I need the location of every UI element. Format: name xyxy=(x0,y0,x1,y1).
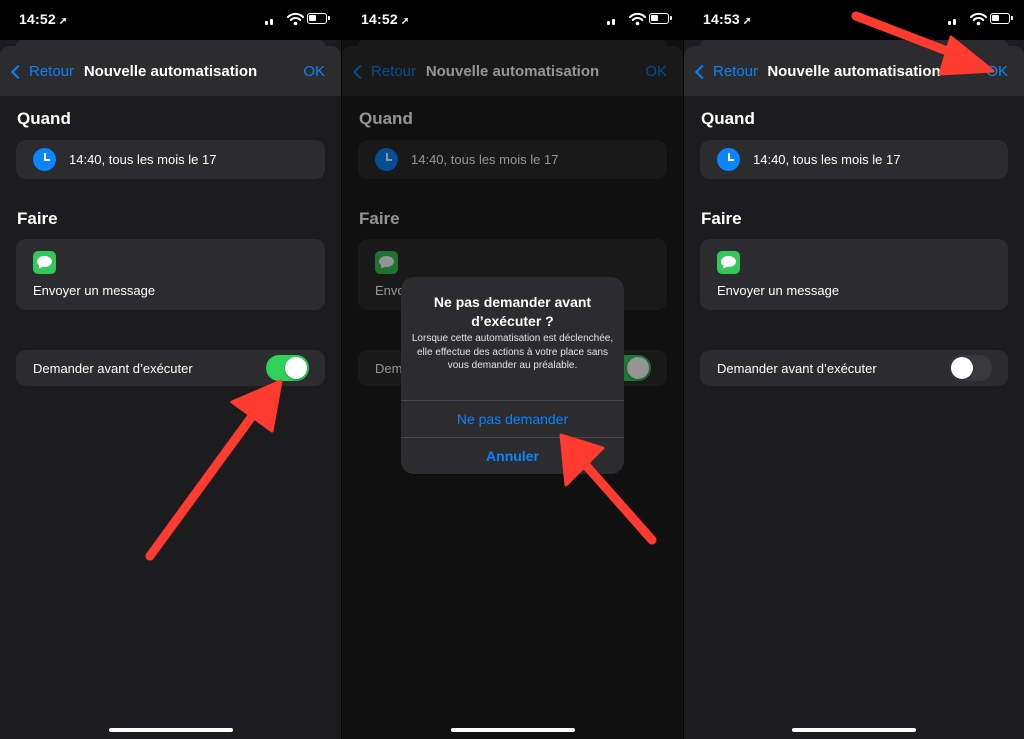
when-heading: Quand xyxy=(17,109,71,128)
ask-before-running-row: Demander avant d’exécuter xyxy=(700,350,1008,386)
ask-before-running-toggle[interactable] xyxy=(949,355,992,381)
wifi-icon xyxy=(287,12,304,26)
screen-2: 14:52 ➚ Retour Nouvelle automatisation OK… xyxy=(342,0,683,739)
location-arrow-icon: ➚ xyxy=(742,16,752,27)
trigger-text: 14:40, tous les mois le 17 xyxy=(753,152,901,167)
ask-before-running-toggle[interactable] xyxy=(266,355,309,381)
status-time: 14:52 ➚ xyxy=(361,11,410,27)
clock-icon xyxy=(717,148,740,171)
home-indicator xyxy=(450,728,575,732)
alert-title: Ne pas demander avant d’exécuter ? xyxy=(433,294,592,329)
toggle-knob xyxy=(285,357,307,379)
cancel-button[interactable]: Annuler xyxy=(401,437,624,474)
action-card[interactable]: Envoyer un message xyxy=(16,239,325,310)
trigger-row[interactable]: 14:40, tous les mois le 17 xyxy=(700,140,1008,179)
location-arrow-icon: ➚ xyxy=(58,16,68,27)
battery-icon xyxy=(307,13,330,24)
messages-icon xyxy=(717,251,740,274)
nav-bar: Retour Nouvelle automatisation OK xyxy=(0,46,341,96)
cellular-signal-icon xyxy=(607,13,624,65)
do-heading: Faire xyxy=(701,209,742,228)
automation-sheet: Retour Nouvelle automatisation OK Quand … xyxy=(684,46,1024,739)
nav-bar: Retour Nouvelle automatisation OK xyxy=(684,46,1024,96)
ok-button[interactable]: OK xyxy=(303,63,325,80)
location-arrow-icon: ➚ xyxy=(400,16,410,27)
ask-before-running-label: Demander avant d’exécuter xyxy=(33,361,193,376)
messages-icon xyxy=(33,251,56,274)
status-bar: 14:52 ➚ xyxy=(342,0,683,65)
ask-before-running-row: Demander avant d’exécuter xyxy=(16,350,325,386)
battery-icon xyxy=(990,13,1013,24)
toggle-knob xyxy=(951,357,973,379)
cellular-signal-icon xyxy=(948,13,965,65)
screen-3: 14:53 ➚ Retour Nouvelle automatisation OK… xyxy=(684,0,1024,739)
screen-1: 14:52 ➚ Retour Nouvelle automatisation OK… xyxy=(0,0,341,739)
status-bar: 14:52 ➚ xyxy=(0,0,341,65)
action-text: Envoyer un message xyxy=(717,283,840,298)
alert-message: Lorsque cette automatisation est déclenc… xyxy=(411,333,614,371)
ask-before-running-label: Demander avant d’exécuter xyxy=(717,361,877,376)
status-time: 14:53 ➚ xyxy=(703,11,752,27)
dont-ask-button[interactable]: Ne pas demander xyxy=(401,400,624,437)
nav-title: Nouvelle automatisation xyxy=(767,63,941,80)
automation-sheet: Retour Nouvelle automatisation OK Quand … xyxy=(0,46,341,739)
do-heading: Faire xyxy=(17,209,58,228)
ok-button[interactable]: OK xyxy=(986,63,1008,80)
status-time: 14:52 ➚ xyxy=(19,11,68,27)
home-indicator xyxy=(792,728,916,732)
action-card[interactable]: Envoyer un message xyxy=(700,239,1008,310)
clock-icon xyxy=(33,148,56,171)
cellular-signal-icon xyxy=(265,13,282,65)
wifi-icon xyxy=(970,12,987,26)
battery-icon xyxy=(649,13,672,24)
trigger-text: 14:40, tous les mois le 17 xyxy=(69,152,217,167)
trigger-row[interactable]: 14:40, tous les mois le 17 xyxy=(16,140,325,179)
wifi-icon xyxy=(629,12,646,26)
action-text: Envoyer un message xyxy=(33,283,156,298)
home-indicator xyxy=(108,728,233,732)
nav-title: Nouvelle automatisation xyxy=(83,63,258,80)
confirmation-alert: Ne pas demander avant d’exécuter ? Lorsq… xyxy=(401,277,624,474)
status-bar: 14:53 ➚ xyxy=(684,0,1024,65)
when-heading: Quand xyxy=(701,109,755,128)
